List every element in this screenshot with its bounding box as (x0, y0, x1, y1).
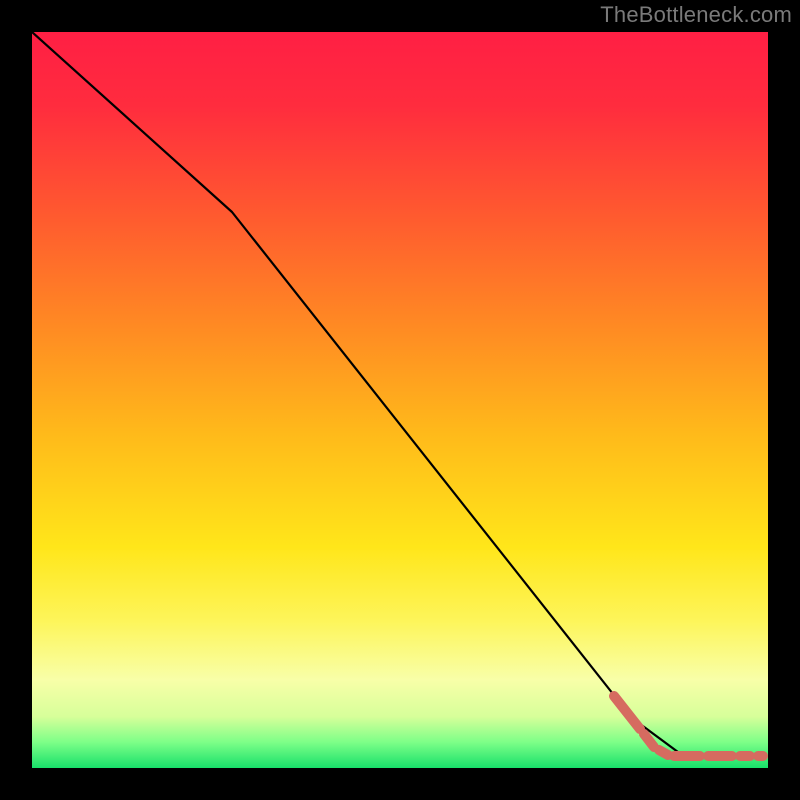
highlight-segment (659, 750, 668, 755)
plot-svg (32, 32, 768, 768)
watermark-text: TheBottleneck.com (600, 2, 792, 28)
plot-area (32, 32, 768, 768)
chart-frame: TheBottleneck.com (0, 0, 800, 800)
heat-gradient-background (32, 32, 768, 768)
